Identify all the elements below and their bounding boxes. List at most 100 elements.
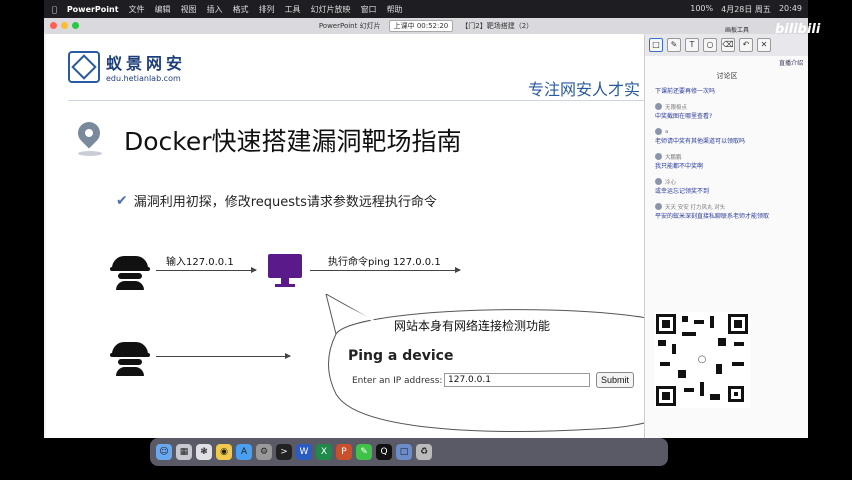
menu-item-format[interactable]: 格式 (233, 4, 249, 15)
chat-message-text: 我只能都不中奖啊 (655, 163, 704, 170)
battery-status[interactable]: 100% (690, 4, 713, 15)
bubble-text: 网站本身有网络连接检测功能 (394, 319, 551, 333)
bilibili-watermark: bilibili (775, 22, 821, 37)
terminal-icon[interactable]: > (276, 444, 292, 460)
chat-title: 讨论区 (716, 72, 738, 80)
company-logo: 蚁景网安 edu.hetianlab.com (68, 50, 186, 83)
menu-item-tools[interactable]: 工具 (285, 4, 301, 15)
chat-user: a (665, 128, 669, 135)
menu-item-arrange[interactable]: 排列 (259, 4, 275, 15)
zoom-button[interactable] (72, 22, 79, 29)
qq-icon[interactable]: Q (376, 444, 392, 460)
chat-message-text: 中奖截图在哪里查看? (655, 113, 713, 120)
close-button[interactable] (50, 22, 57, 29)
menu-item-edit[interactable]: 编辑 (155, 4, 171, 15)
menu-bar:  PowerPoint 文件 编辑 视图 插入 格式 排列 工具 幻灯片放映 … (44, 0, 808, 18)
chat-user: 天天 安安 打力风丸 对头 (665, 204, 726, 211)
menu-item-file[interactable]: 文件 (129, 4, 145, 15)
clear-icon[interactable]: ✕ (757, 38, 771, 52)
slide-canvas: 蚁景网安 edu.hetianlab.com 专注网安人才实 Docker快速搭… (46, 34, 644, 438)
window-app-title: PowerPoint 幻灯片 (318, 22, 381, 30)
menu-item-slideshow[interactable]: 幻灯片放映 (311, 4, 351, 15)
launchpad-icon[interactable]: ▦ (176, 444, 192, 460)
chat-user: 无限极点 (665, 104, 688, 111)
ip-address-input[interactable]: 127.0.0.1 (444, 373, 590, 387)
menu-item-window[interactable]: 窗口 (361, 4, 377, 15)
excel-icon[interactable]: X (316, 444, 332, 460)
avatar (655, 203, 662, 210)
checkmark-icon: ✔ (116, 192, 128, 209)
menu-clock[interactable]: 20:49 (779, 4, 802, 15)
arrow-to-bubble (156, 353, 291, 359)
chat-user: 大鹏鹏 (665, 154, 682, 161)
trash-icon[interactable]: ♻ (416, 444, 432, 460)
logo-url: edu.hetianlab.com (106, 74, 181, 83)
folder-icon[interactable]: □ (396, 444, 412, 460)
apple-icon[interactable]:  (44, 5, 57, 14)
pen-tool-icon[interactable]: ✎ (667, 38, 681, 52)
exec-label: 执行命令ping 127.0.0.1 (328, 257, 441, 268)
arrow-to-server (156, 267, 257, 273)
avatar (655, 153, 662, 160)
select-tool-icon[interactable]: □ (649, 38, 663, 52)
header-divider (68, 100, 644, 101)
class-timer[interactable]: 上课中 00:52:20 (388, 20, 454, 32)
word-icon[interactable]: W (296, 444, 312, 460)
chat-message-text: 老师请中奖有其他渠道可以领取吗 (655, 138, 746, 145)
slide-subtitle: ✔ 漏洞利用初探，修改requests请求参数远程执行命令 (116, 191, 437, 211)
chat-message-text: 平安的蚁米深刻直接私聊联系老师才能领取 (655, 213, 770, 220)
minimize-button[interactable] (61, 22, 68, 29)
chat-user: 冷心 (665, 179, 677, 186)
dock: ☺ ▦ ❃ ◉ A ⚙ > W X P ✎ Q □ ♻ (150, 438, 668, 466)
shape-tool-icon[interactable]: ○ (703, 38, 717, 52)
window-controls (50, 22, 79, 29)
hacker-icon-2 (110, 340, 150, 376)
list-item: 冷心 或幸运忘记领奖不到 (655, 177, 805, 195)
wechat-icon[interactable]: ✎ (356, 444, 372, 460)
undo-icon[interactable]: ↶ (739, 38, 753, 52)
subtitle-text: 漏洞利用初探，修改requests请求参数远程执行命令 (133, 195, 437, 210)
ping-title: Ping a device (348, 348, 454, 364)
logo-name: 蚁景网安 (106, 54, 187, 73)
menu-item-help[interactable]: 帮助 (387, 4, 403, 15)
menu-item-insert[interactable]: 插入 (207, 4, 223, 15)
submit-button[interactable]: Submit (596, 372, 634, 388)
list-item: a 老师请中奖有其他渠道可以领取吗 (655, 127, 805, 145)
chat-message-text: 下课前还要再修一次吗 (655, 88, 716, 95)
finder-icon[interactable]: ☺ (156, 444, 172, 460)
menu-app-name[interactable]: PowerPoint (67, 5, 119, 14)
qr-finder (656, 314, 676, 334)
location-pin-dot (85, 129, 93, 137)
window-file-title: 【门2】靶场搭建（2） (461, 22, 534, 30)
eraser-tool-icon[interactable]: ⌫ (721, 38, 735, 52)
chat-message-text: 或幸运忘记领奖不到 (655, 188, 710, 195)
list-item: 下课前还要再修一次吗 (655, 86, 805, 95)
arrow-exec (310, 267, 461, 273)
app-store-icon[interactable]: A (236, 444, 252, 460)
chrome-icon[interactable]: ◉ (216, 444, 232, 460)
drawing-toolbar: 画板工具 □ ✎ T ○ ⌫ ↶ ✕ (645, 27, 808, 56)
list-item: 无限极点 中奖截图在哪里查看? (655, 102, 805, 120)
chat-bubble-icon: ○ (694, 352, 710, 368)
powerpoint-window: PowerPoint 幻灯片 上课中 00:52:20 【门2】靶场搭建（2） … (44, 18, 808, 438)
input-label: 输入127.0.0.1 (166, 257, 234, 268)
location-pin-shadow (78, 151, 102, 156)
safari-icon[interactable]: ❃ (196, 444, 212, 460)
settings-icon[interactable]: ⚙ (256, 444, 272, 460)
chat-list: 下课前还要再修一次吗 无限极点 中奖截图在哪里查看? a 老师请中奖有其他渠道可… (655, 86, 805, 227)
slide-tagline: 专注网安人才实 (528, 80, 641, 99)
avatar (655, 103, 662, 110)
list-item: 大鹏鹏 我只能都不中奖啊 (655, 152, 805, 170)
logo-mark-icon (68, 50, 100, 83)
slide-title: Docker快速搭建漏洞靶场指南 (124, 127, 462, 156)
live-intro-link[interactable]: 直播介绍 (779, 58, 803, 67)
toolbar-label: 画板工具 (725, 27, 750, 34)
text-tool-icon[interactable]: T (685, 38, 699, 52)
status-area: 100% 4月28日 周五 20:49 (690, 4, 808, 15)
menu-item-view[interactable]: 视图 (181, 4, 197, 15)
menu-date[interactable]: 4月28日 周五 (721, 4, 771, 15)
qr-finder (728, 314, 748, 334)
qr-code: ○ (654, 312, 750, 408)
powerpoint-icon[interactable]: P (336, 444, 352, 460)
avatar (655, 128, 662, 135)
